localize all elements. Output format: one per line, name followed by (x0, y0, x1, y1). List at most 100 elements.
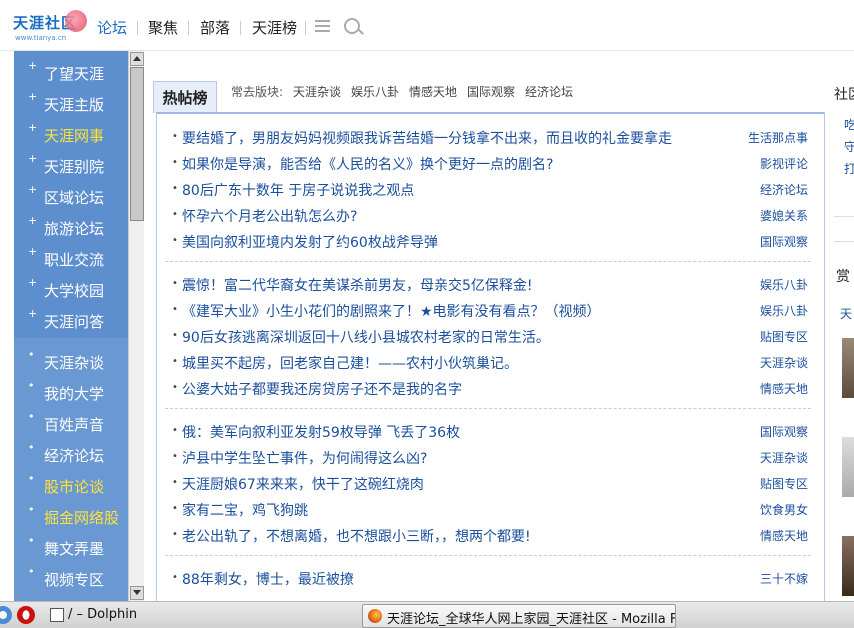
sidebar-item[interactable]: • 经济论坛 (14, 439, 128, 467)
group-divider (165, 555, 811, 556)
post-category[interactable]: 情感天地 (760, 527, 808, 544)
right-link[interactable]: 吃 (844, 116, 854, 133)
post-title[interactable]: 要结婚了，男朋友妈妈视频跟我诉苦结婚一分钱拿不出来，而且收的礼金要拿走 (182, 128, 672, 148)
right-subheading[interactable]: 天 (840, 305, 852, 322)
sidebar-item[interactable]: + 旅游论坛 (14, 212, 128, 240)
post-row[interactable]: • 美国向叙利亚境内发射了约60枚战斧导弹 国际观察 (157, 230, 824, 252)
post-title[interactable]: 88年剩女，博士，最近被撩 (182, 569, 354, 589)
post-category[interactable]: 国际观察 (760, 423, 808, 440)
post-title[interactable]: 美国向叙利亚境内发射了约60枚战斧导弹 (182, 232, 438, 252)
sidebar-item[interactable]: • 百姓声音 (14, 408, 128, 436)
post-row[interactable]: • 《建军大业》小生小花们的剧照来了！★电影有没有看点？（视频） 娱乐八卦 (157, 299, 824, 321)
post-row[interactable]: • 如果你是导演，能否给《人民的名义》换个更好一点的剧名? 影视评论 (157, 152, 824, 174)
sidebar-item[interactable]: + 大学校园 (14, 274, 128, 302)
post-category[interactable]: 娱乐八卦 (760, 276, 808, 293)
post-title[interactable]: 天涯厨娘67来来来，快干了这碗红烧肉 (182, 474, 424, 494)
post-row[interactable]: • 88年剩女，博士，最近被撩 三十不嫁 (157, 567, 824, 589)
tianya-logo[interactable]: 天涯社区 www.tianya.cn (13, 10, 87, 44)
taskbar-dolphin-button[interactable]: / – Dolphin (44, 605, 154, 625)
scroll-thumb[interactable] (130, 67, 144, 221)
post-title[interactable]: 90后女孩逃离深圳返回十八线小县城农村老家的日常生活。 (182, 327, 550, 347)
post-row[interactable]: • 城里买不起房，回老家自己建！——农村小伙筑巢记。 天涯杂谈 (157, 351, 824, 373)
sidebar-item[interactable]: + 天涯别院 (14, 150, 128, 178)
post-title[interactable]: 如果你是导演，能否给《人民的名义》换个更好一点的剧名? (182, 154, 553, 174)
post-row[interactable]: • 俄：美军向叙利亚发射59枚导弹 飞丢了36枚 国际观察 (157, 420, 824, 442)
post-title[interactable]: 老公出轨了，不想离婚，也不想跟小三断，，想两个都要! (182, 526, 531, 546)
sidebar-item[interactable]: + 职业交流 (14, 243, 128, 271)
post-title[interactable]: 泸县中学生坠亡事件，为何闹得这么凶? (182, 448, 427, 468)
post-category[interactable]: 经济论坛 (760, 181, 808, 198)
sidebar-item[interactable]: + 天涯网事 (14, 119, 128, 147)
post-category[interactable]: 饮食男女 (760, 501, 808, 518)
post-title[interactable]: 城里买不起房，回老家自己建！——农村小伙筑巢记。 (182, 353, 518, 373)
board-link[interactable]: 娱乐八卦 (351, 83, 399, 100)
sidebar-item[interactable]: • 天涯杂谈 (14, 346, 128, 374)
post-title[interactable]: 公婆大姑子都要我还房贷房子还不是我的名字 (182, 379, 462, 399)
divider (834, 241, 854, 242)
board-link[interactable]: 经济论坛 (525, 83, 573, 100)
divider (834, 216, 854, 217)
right-link[interactable]: 守 (844, 138, 854, 155)
post-row[interactable]: • 公婆大姑子都要我还房贷房子还不是我的名字 情感天地 (157, 377, 824, 399)
sidebar-scrollbar[interactable] (128, 51, 144, 601)
post-row[interactable]: • 80后广东十数年 于房子说说我之观点 经济论坛 (157, 178, 824, 200)
post-title[interactable]: 80后广东十数年 于房子说说我之观点 (182, 180, 414, 200)
post-title[interactable]: 怀孕六个月老公出轨怎么办? (182, 206, 357, 226)
kde-menu-icon[interactable] (0, 606, 12, 624)
sidebar-item[interactable]: + 天涯问答 (14, 305, 128, 333)
thumbnail-image[interactable] (842, 437, 854, 497)
tab-hot-posts[interactable]: 热帖榜 (153, 81, 217, 113)
post-category[interactable]: 三十不嫁 (760, 570, 808, 587)
sidebar-item[interactable]: + 区域论坛 (14, 181, 128, 209)
post-title[interactable]: 俄：美军向叙利亚发射59枚导弹 飞丢了36枚 (182, 422, 460, 442)
post-row[interactable]: • 家有二宝，鸡飞狗跳 饮食男女 (157, 498, 824, 520)
hot-tabs-row: 热帖榜 常去版块: 天涯杂谈 娱乐八卦 情感天地 国际观察 经济论坛 (153, 78, 823, 113)
sidebar-item[interactable]: + 天涯主版 (14, 88, 128, 116)
post-title[interactable]: 家有二宝，鸡飞狗跳 (182, 500, 308, 520)
nav-ranking[interactable]: 天涯榜 (252, 17, 297, 38)
taskbar-firefox-button[interactable]: 天涯论坛_全球华人网上家园_天涯社区 - Mozilla Firefox (362, 604, 676, 628)
sidebar-item[interactable]: + 了望天涯 (14, 57, 128, 85)
scroll-down-arrow-icon[interactable] (130, 586, 144, 600)
post-category[interactable]: 娱乐八卦 (760, 302, 808, 319)
nav-tribe[interactable]: 部落 (200, 17, 230, 38)
board-link[interactable]: 天涯杂谈 (293, 83, 341, 100)
post-category[interactable]: 贴图专区 (760, 475, 808, 492)
post-category[interactable]: 贴图专区 (760, 328, 808, 345)
sidebar-item[interactable]: • 掘金网络股 (14, 501, 128, 529)
left-sidebar: + 了望天涯 + 天涯主版 + 天涯网事 + 天涯别院 + 区域论坛 + 旅游论坛 + 职业交… (14, 51, 128, 601)
post-row[interactable]: • 怀孕六个月老公出轨怎么办? 婆媳关系 (157, 204, 824, 226)
scroll-up-arrow-icon[interactable] (130, 52, 144, 66)
thumbnail-image[interactable] (842, 536, 854, 596)
thumbnail-image[interactable] (842, 338, 854, 398)
sidebar-item[interactable]: • 我的大学 (14, 377, 128, 405)
post-category[interactable]: 天涯杂谈 (760, 354, 808, 371)
sidebar-item[interactable]: • 视频专区 (14, 563, 128, 591)
post-category[interactable]: 生活那点事 (748, 129, 808, 146)
opera-icon[interactable] (17, 606, 35, 624)
nav-forum[interactable]: 论坛 (97, 17, 127, 38)
board-link[interactable]: 国际观察 (467, 83, 515, 100)
menu-icon[interactable] (315, 20, 330, 32)
post-row[interactable]: • 90后女孩逃离深圳返回十八线小县城农村老家的日常生活。 贴图专区 (157, 325, 824, 347)
post-category[interactable]: 国际观察 (760, 233, 808, 250)
post-row[interactable]: • 泸县中学生坠亡事件，为何闹得这么凶? 天涯杂谈 (157, 446, 824, 468)
search-icon[interactable] (344, 18, 360, 34)
right-link[interactable]: 打 (844, 160, 854, 177)
post-title[interactable]: 震惊！富二代华裔女在美谋杀前男友，母亲交5亿保释金! (182, 275, 533, 295)
post-title[interactable]: 《建军大业》小生小花们的剧照来了！★电影有没有看点？（视频） (182, 301, 601, 321)
sidebar-item[interactable]: • 舞文弄墨 (14, 532, 128, 560)
post-category[interactable]: 婆媳关系 (760, 207, 808, 224)
sidebar-item[interactable]: • 股市论谈 (14, 470, 128, 498)
post-category[interactable]: 天涯杂谈 (760, 449, 808, 466)
post-row[interactable]: • 震惊！富二代华裔女在美谋杀前男友，母亲交5亿保释金! 娱乐八卦 (157, 273, 824, 295)
group-divider (165, 408, 811, 409)
post-category[interactable]: 影视评论 (760, 155, 808, 172)
post-row[interactable]: • 老公出轨了，不想离婚，也不想跟小三断，，想两个都要! 情感天地 (157, 524, 824, 546)
post-category[interactable]: 情感天地 (760, 380, 808, 397)
nav-divider (137, 21, 138, 35)
post-row[interactable]: • 天涯厨娘67来来来，快干了这碗红烧肉 贴图专区 (157, 472, 824, 494)
post-row[interactable]: • 要结婚了，男朋友妈妈视频跟我诉苦结婚一分钱拿不出来，而且收的礼金要拿走 生活那点… (157, 126, 824, 148)
board-link[interactable]: 情感天地 (409, 83, 457, 100)
nav-focus[interactable]: 聚焦 (148, 17, 178, 38)
